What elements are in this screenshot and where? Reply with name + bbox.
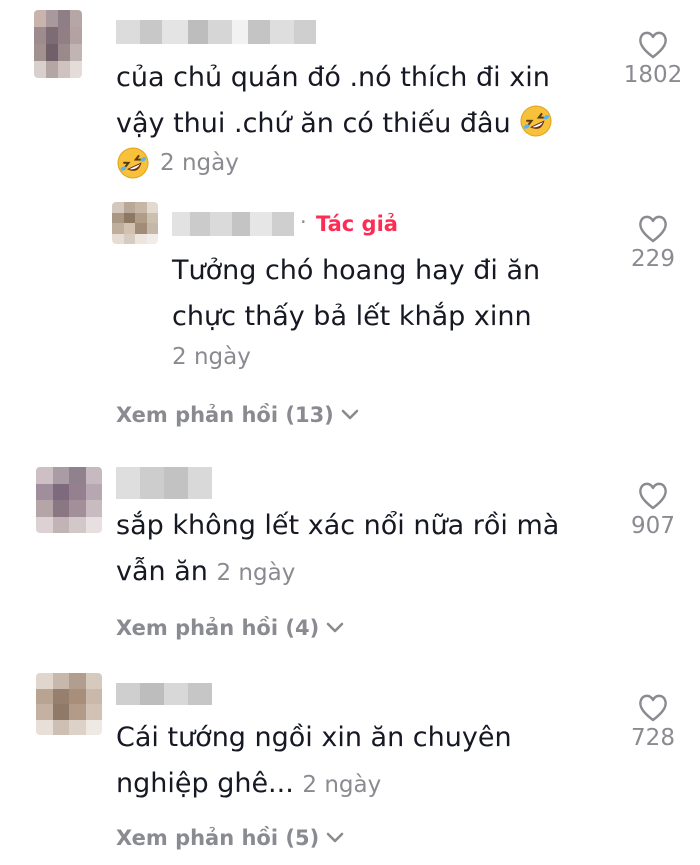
comment-line: Cái tướng ngồi xin ăn chuyên (116, 722, 512, 753)
comment-line: vậy thui .chứ ăn có thiếu đâu (116, 101, 553, 147)
like-count: 229 (631, 246, 675, 272)
view-replies-button[interactable]: Xem phản hồi (13) (116, 403, 360, 427)
comment-item: của chủ quán đó .nó thích đi xin vậy thu… (0, 0, 700, 190)
comment-timestamp: 2 ngày (216, 560, 296, 586)
heart-icon (639, 215, 667, 243)
like-button[interactable]: 728 (613, 693, 693, 751)
view-replies-button[interactable]: Xem phản hồi (4) (116, 616, 345, 640)
view-replies-button[interactable]: Xem phản hồi (5) (116, 826, 345, 850)
comment-timestamp: 2 ngày (302, 772, 382, 798)
laughing-emoji-icon (520, 105, 552, 137)
like-button[interactable]: 907 (613, 481, 693, 539)
comment-text: sắp không lết xác nổi nữa rồi mà vẫn ăn … (116, 503, 559, 596)
comment-line: vẫn ăn 2 ngày (116, 556, 296, 587)
username-blurred[interactable] (116, 467, 212, 499)
comment-text: Tưởng chó hoang hay đi ăn chực thấy bả l… (172, 248, 540, 340)
comment-line: sắp không lết xác nổi nữa rồi mà (116, 510, 560, 541)
comment-timestamp: 2 ngày (172, 344, 251, 370)
comment-text: Cái tướng ngồi xin ăn chuyên nghiệp ghê.… (116, 715, 512, 808)
avatar[interactable] (36, 467, 102, 533)
username-blurred[interactable] (116, 683, 212, 705)
username-blurred[interactable] (172, 212, 294, 236)
chevron-down-icon (326, 832, 344, 843)
comment-meta: 2 ngày (116, 146, 239, 180)
avatar[interactable] (34, 10, 82, 78)
like-count: 907 (631, 513, 675, 539)
comment-text: của chủ quán đó .nó thích đi xin vậy thu… (116, 55, 553, 147)
comment-timestamp: 2 ngày (160, 150, 239, 176)
comment-line: nghiệp ghê... 2 ngày (116, 768, 382, 799)
laughing-emoji-icon (117, 147, 149, 179)
comment-item: Cái tướng ngồi xin ăn chuyên nghiệp ghê.… (0, 665, 700, 815)
heart-icon (639, 31, 667, 59)
view-replies-label: Xem phản hồi (13) (116, 403, 334, 427)
author-badge: Tác giả (316, 212, 398, 236)
avatar[interactable] (112, 202, 158, 244)
separator-dot: · (300, 210, 307, 234)
chevron-down-icon (341, 409, 359, 420)
view-replies-label: Xem phản hồi (4) (116, 616, 320, 640)
reply-item: · Tác giả Tưởng chó hoang hay đi ăn chực… (0, 190, 700, 380)
chevron-down-icon (326, 622, 344, 633)
like-count: 728 (631, 725, 675, 751)
heart-icon (639, 482, 667, 510)
like-count: 1802 (623, 62, 683, 88)
comment-line: của chủ quán đó .nó thích đi xin (116, 62, 550, 93)
username-blurred[interactable] (116, 20, 316, 44)
comment-line: chực thấy bả lết khắp xinn (172, 301, 532, 332)
avatar[interactable] (36, 673, 102, 735)
like-button[interactable]: 1802 (613, 30, 693, 88)
view-replies-label: Xem phản hồi (5) (116, 826, 320, 850)
heart-icon (639, 694, 667, 722)
like-button[interactable]: 229 (613, 214, 693, 272)
comment-line: Tưởng chó hoang hay đi ăn (172, 255, 541, 286)
comment-item: sắp không lết xác nổi nữa rồi mà vẫn ăn … (0, 455, 700, 625)
